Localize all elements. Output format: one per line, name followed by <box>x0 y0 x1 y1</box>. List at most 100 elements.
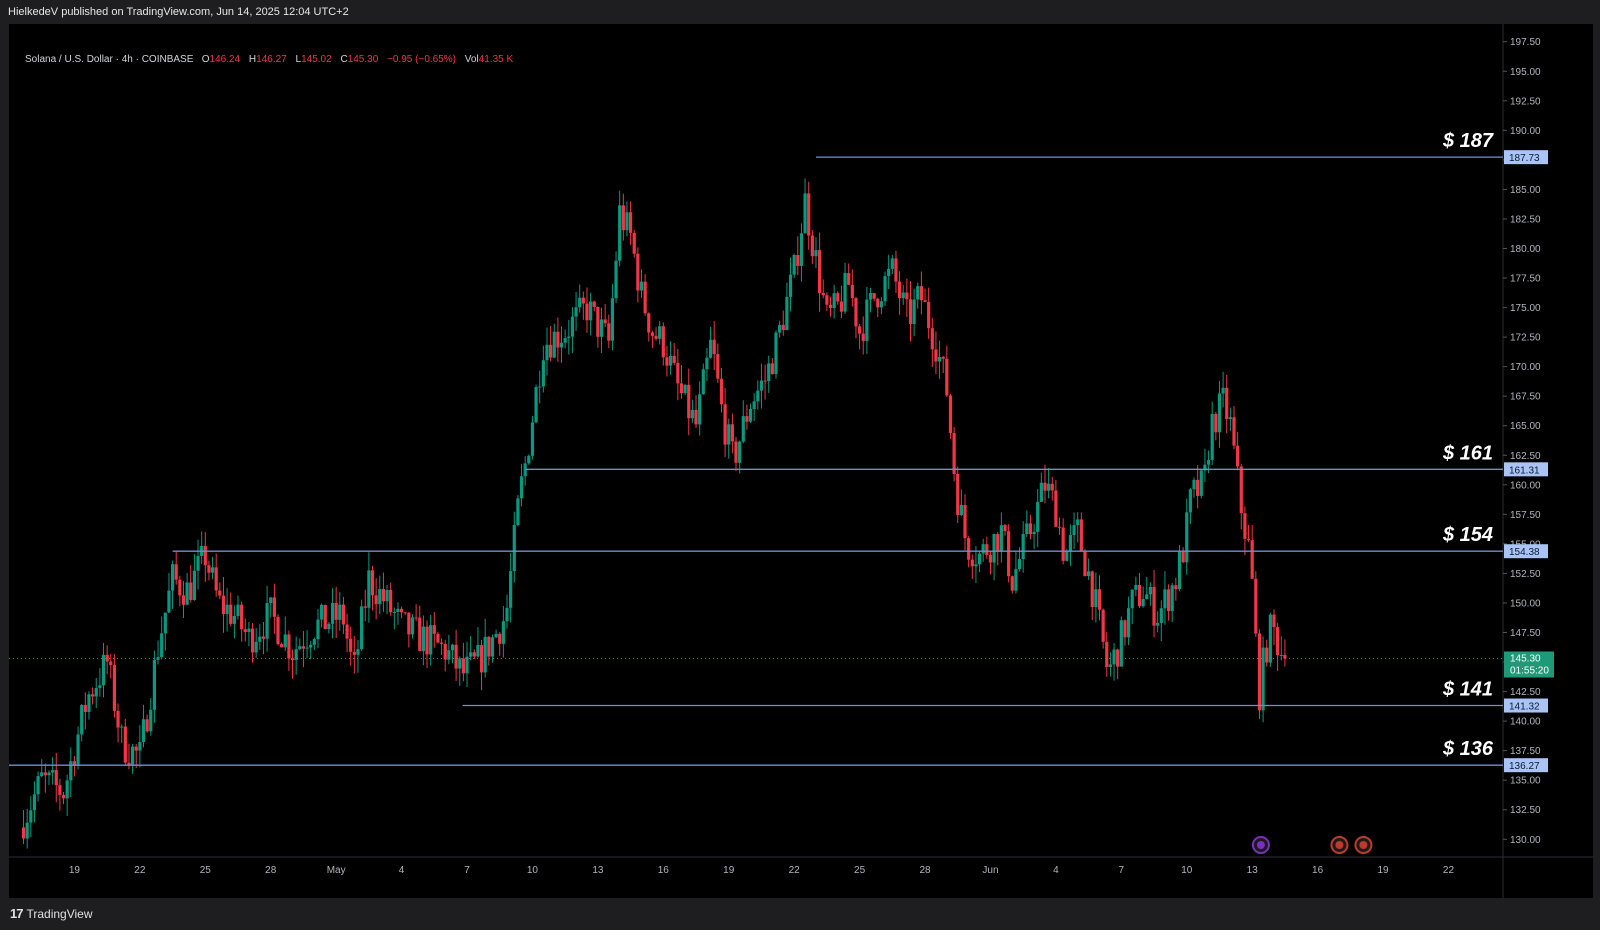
candle-body <box>98 685 102 689</box>
price-tick-label: 137.50 <box>1510 746 1541 757</box>
time-tick-label: 4 <box>399 865 405 876</box>
candle-body <box>756 390 760 402</box>
candle-body <box>1276 627 1280 656</box>
price-tick-label: 152.50 <box>1510 569 1541 580</box>
candle-body <box>141 719 146 743</box>
candle-body <box>1152 586 1156 626</box>
candle-body <box>1239 466 1243 514</box>
price-tick-label: 167.50 <box>1510 392 1541 403</box>
time-tick-label: 4 <box>1053 865 1059 876</box>
last-price-label: 145.30 <box>1510 653 1541 664</box>
time-tick-label: 10 <box>1181 865 1193 876</box>
time-tick-label: 16 <box>658 865 670 876</box>
candle-body <box>283 634 287 648</box>
candle-body <box>818 250 822 293</box>
level-label: $ 187 <box>1442 130 1494 152</box>
candle-body <box>80 704 84 735</box>
candle-body <box>723 404 727 445</box>
candle-body <box>668 355 673 366</box>
candle-body <box>1003 525 1007 532</box>
candle-body <box>887 268 891 277</box>
candle-body <box>378 588 382 605</box>
candle-body <box>1105 641 1109 667</box>
candle-body <box>101 654 106 686</box>
price-tick-label: 130.00 <box>1510 835 1541 846</box>
candle-body <box>639 281 644 291</box>
us-flag-event-icon <box>1330 836 1349 854</box>
candle-body <box>1145 594 1149 600</box>
candle-body <box>945 358 949 396</box>
candle-body <box>439 642 444 644</box>
candle-body <box>1159 608 1163 623</box>
time-tick-label: 19 <box>1377 865 1389 876</box>
volume-label: Vol <box>464 54 479 65</box>
candle-body <box>1268 614 1272 663</box>
candle-body <box>367 570 371 608</box>
candle-body <box>727 424 731 445</box>
candle-body <box>788 274 793 297</box>
candle-body <box>320 604 324 620</box>
candle-body <box>847 273 851 285</box>
time-tick-label: 13 <box>592 865 604 876</box>
close-value: 145.30 <box>347 54 379 65</box>
price-tick-label: 170.00 <box>1510 362 1541 373</box>
candle-body <box>472 652 476 657</box>
candle-body <box>1243 513 1247 539</box>
candle-body <box>160 633 164 658</box>
candle-body <box>1214 413 1218 433</box>
chart-area[interactable]: 130.00 132.50 135.00 137.50 140.00 142.50 145.… <box>9 24 1593 898</box>
candle-body <box>519 476 524 499</box>
candle-body <box>21 827 26 839</box>
candle-body <box>879 301 884 308</box>
candle-body <box>701 369 705 395</box>
candle-body <box>247 628 251 632</box>
candle-body <box>748 409 753 422</box>
candle-body <box>134 746 138 751</box>
candle-body <box>509 571 513 608</box>
candle-body <box>963 504 967 539</box>
candle-body <box>174 564 178 580</box>
candle-body <box>636 253 640 291</box>
tradingview-brand[interactable]: 17 TradingView <box>10 898 93 930</box>
candle-body <box>897 281 902 299</box>
candle-body <box>708 339 713 358</box>
candle-body <box>156 657 160 660</box>
candle-body <box>814 250 818 257</box>
candle-body <box>469 652 473 657</box>
last-price-countdown: 01:55:20 <box>1510 665 1549 676</box>
level-label: $ 136 <box>1442 738 1494 760</box>
candle-body <box>461 658 465 674</box>
candle-body <box>650 332 655 336</box>
candle-body <box>54 770 58 786</box>
time-tick-label: 13 <box>1247 865 1259 876</box>
candle-body <box>567 336 571 339</box>
publisher-header: HielkedeV published on TradingView.com, … <box>8 6 349 18</box>
candle-body <box>69 761 73 781</box>
candle-body <box>149 709 153 732</box>
candle-body <box>421 626 425 651</box>
candle-body <box>552 331 556 358</box>
candle-body <box>1083 550 1087 577</box>
candlestick-chart[interactable]: 130.00 132.50 135.00 137.50 140.00 142.50 145.… <box>9 24 1593 898</box>
candle-body <box>243 629 247 632</box>
level-label: $ 154 <box>1442 524 1493 546</box>
candle-body <box>890 258 894 269</box>
candle-body <box>345 624 349 639</box>
candle-body <box>163 612 167 634</box>
volume-value: 41.35 K <box>478 54 514 65</box>
candle-body <box>429 625 433 655</box>
price-tick-label: 185.00 <box>1510 185 1541 196</box>
candle-body <box>385 589 389 602</box>
lightning-event-icon-dot <box>1256 841 1265 849</box>
candle-body <box>687 384 691 419</box>
candle-body <box>559 342 564 348</box>
candle-body <box>850 284 854 299</box>
candle-body <box>901 292 905 299</box>
candle-body <box>1021 534 1025 560</box>
candle-body <box>810 235 814 257</box>
time-tick-label: 25 <box>854 865 866 876</box>
candle-body <box>785 296 789 331</box>
candle-body <box>970 559 974 567</box>
candle-body <box>1094 589 1098 608</box>
level-price-badge-label: 187.73 <box>1509 153 1540 164</box>
